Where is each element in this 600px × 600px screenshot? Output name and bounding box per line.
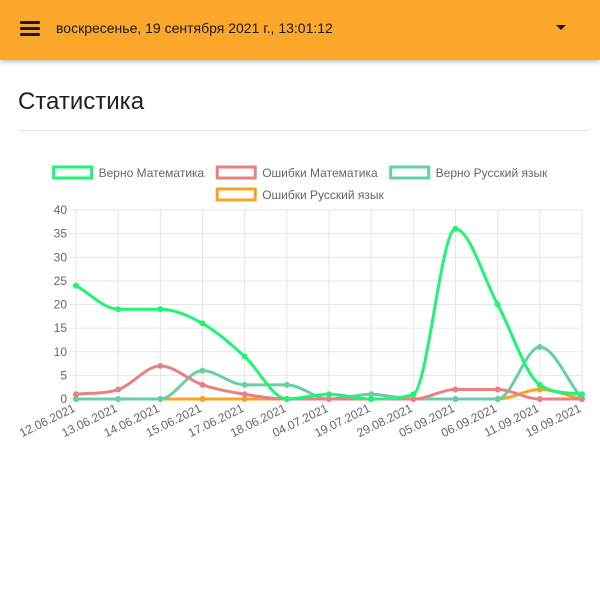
data-point[interactable] xyxy=(241,391,248,398)
y-tick-label: 15 xyxy=(54,321,68,335)
data-point[interactable] xyxy=(326,391,332,398)
line-chart-svg: Верно Математика Ошибки Математика Верно Р… xyxy=(17,165,585,440)
page-title: Статистика xyxy=(18,88,145,115)
y-tick-label: 10 xyxy=(54,345,68,359)
legend-label: Ошибки Русский язык xyxy=(262,188,384,202)
data-point[interactable] xyxy=(579,391,585,398)
statistics-chart: Верно Математика Ошибки Математика Верно Р… xyxy=(0,150,600,450)
data-point[interactable] xyxy=(368,396,375,402)
data-point[interactable] xyxy=(241,381,248,388)
data-point[interactable] xyxy=(452,396,459,402)
data-point[interactable] xyxy=(115,396,122,402)
y-tick-label: 25 xyxy=(54,274,68,288)
data-point[interactable] xyxy=(494,301,501,308)
legend-swatch xyxy=(215,165,257,180)
legend-swatch xyxy=(215,187,257,202)
data-point[interactable] xyxy=(283,381,290,388)
y-tick-label: 35 xyxy=(54,227,68,241)
data-point[interactable] xyxy=(157,306,164,313)
legend-label: Верно Математика xyxy=(99,166,205,180)
y-tick-label: 30 xyxy=(54,250,68,264)
menu-icon-bar xyxy=(20,33,40,36)
data-point[interactable] xyxy=(199,396,206,402)
data-point[interactable] xyxy=(115,386,122,393)
data-point[interactable] xyxy=(115,306,122,313)
data-point[interactable] xyxy=(536,344,543,351)
data-point[interactable] xyxy=(452,225,459,232)
data-point[interactable] xyxy=(199,367,206,374)
data-point[interactable] xyxy=(199,320,206,327)
data-point[interactable] xyxy=(157,362,164,369)
data-point[interactable] xyxy=(73,282,79,289)
y-tick-label: 5 xyxy=(60,368,67,382)
data-point[interactable] xyxy=(410,391,417,398)
data-point[interactable] xyxy=(73,391,79,398)
data-point[interactable] xyxy=(199,381,206,388)
caret-down-icon[interactable] xyxy=(554,23,568,33)
data-point[interactable] xyxy=(241,353,248,360)
hamburger-menu-icon[interactable] xyxy=(20,19,40,39)
menu-icon-bar xyxy=(20,21,40,24)
data-point[interactable] xyxy=(494,396,501,402)
title-divider xyxy=(18,130,588,131)
data-point[interactable] xyxy=(452,386,459,393)
legend-label: Ошибки Математика xyxy=(262,166,378,180)
current-datetime: воскресенье, 19 сентября 2021 г., 13:01:… xyxy=(56,20,333,36)
data-point[interactable] xyxy=(536,396,543,402)
y-tick-label: 20 xyxy=(54,298,68,312)
legend-swatch xyxy=(389,165,431,180)
y-tick-label: 40 xyxy=(54,203,68,217)
data-point[interactable] xyxy=(283,396,290,402)
top-app-bar: воскресенье, 19 сентября 2021 г., 13:01:… xyxy=(0,0,600,60)
data-point[interactable] xyxy=(494,386,501,393)
data-point[interactable] xyxy=(157,396,164,402)
legend-label: Верно Русский язык xyxy=(436,166,548,180)
data-point[interactable] xyxy=(536,381,543,388)
menu-icon-bar xyxy=(20,27,40,30)
legend-swatch xyxy=(52,165,94,180)
